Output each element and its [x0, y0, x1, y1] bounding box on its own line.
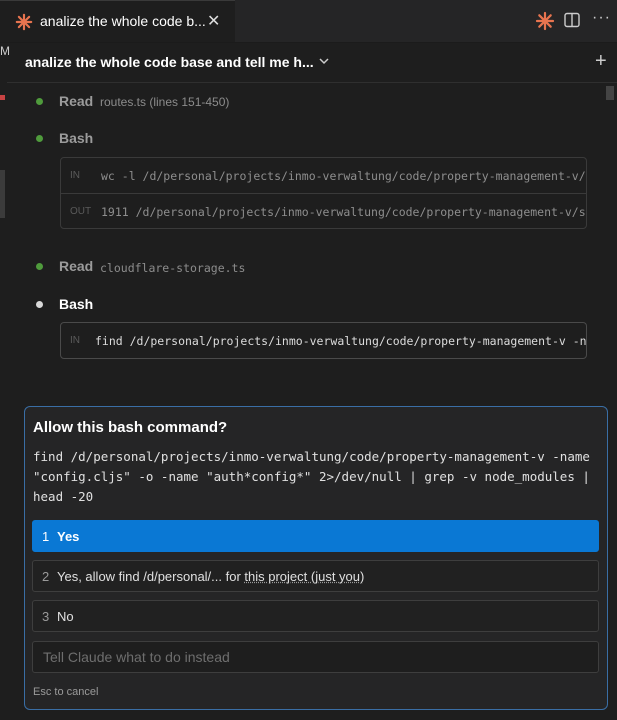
tool-name: Read: [59, 93, 94, 109]
bash-input: find /d/personal/projects/inmo-verwaltun…: [95, 334, 587, 348]
io-tag: OUT: [70, 206, 92, 217]
tool-name: Bash: [59, 130, 94, 146]
gutter-marker: [0, 95, 5, 100]
option-yes[interactable]: 1 Yes: [32, 520, 599, 552]
esc-hint: Esc to cancel: [33, 686, 99, 698]
more-actions-icon[interactable]: ···: [592, 10, 612, 30]
editor-tab[interactable]: analize the whole code b... ✕: [0, 0, 235, 42]
io-tag: IN: [70, 170, 80, 181]
tool-argument: routes.ts (lines 151-450): [100, 95, 230, 109]
bash-output-row: OUT 1911 /d/personal/projects/inmo-verwa…: [61, 194, 587, 228]
claude-spark-icon[interactable]: [535, 11, 555, 31]
chevron-down-icon[interactable]: [317, 54, 331, 68]
claude-spark-icon: [15, 13, 33, 31]
option-number: 3: [42, 609, 50, 624]
option-number: 1: [42, 529, 50, 544]
bash-input-row: IN wc -l /d/personal/projects/inmo-verwa…: [61, 158, 586, 194]
split-editor-icon[interactable]: [564, 12, 580, 28]
permission-dialog: Allow this bash command? find /d/persona…: [24, 406, 608, 710]
tool-name: Read: [59, 258, 94, 274]
new-session-button[interactable]: +: [595, 50, 607, 73]
option-label-prefix: Yes, allow find /d/personal/... for: [57, 569, 245, 584]
bash-io-box: IN find /d/personal/projects/inmo-verwal…: [60, 322, 587, 359]
option-label-scope: this project (just you): [244, 569, 365, 584]
bash-output: 1911 /d/personal/projects/inmo-verwaltun…: [101, 205, 587, 219]
scroll-thumb[interactable]: [606, 86, 614, 100]
bash-input-row: IN find /d/personal/projects/inmo-verwal…: [61, 323, 587, 358]
status-dot: [36, 135, 43, 142]
option-label: Yes, allow find /d/personal/... for this…: [57, 569, 364, 584]
tab-title: analize the whole code b...: [40, 13, 206, 29]
session-header: analize the whole code base and tell me …: [7, 42, 617, 83]
tool-name: Bash: [59, 296, 94, 312]
bash-io-box: IN wc -l /d/personal/projects/inmo-verwa…: [60, 157, 587, 229]
close-icon[interactable]: ✕: [207, 11, 220, 31]
instead-input[interactable]: [32, 641, 599, 673]
option-no[interactable]: 3 No: [32, 600, 599, 632]
option-number: 2: [42, 569, 50, 584]
bash-input: wc -l /d/personal/projects/inmo-verwaltu…: [101, 169, 587, 183]
status-dot: [36, 301, 43, 308]
option-yes-allow-project[interactable]: 2 Yes, allow find /d/personal/... for th…: [32, 560, 599, 592]
option-label: Yes: [57, 529, 80, 544]
editor-tab-bar: analize the whole code b... ✕ ···: [0, 0, 617, 43]
dialog-title: Allow this bash command?: [33, 419, 228, 436]
gutter-marker: [0, 170, 5, 218]
option-label: No: [57, 609, 74, 624]
io-tag: IN: [70, 335, 80, 346]
session-title[interactable]: analize the whole code base and tell me …: [25, 54, 314, 70]
dialog-command: find /d/personal/projects/inmo-verwaltun…: [33, 449, 590, 504]
tool-argument: cloudflare-storage.ts: [100, 261, 246, 275]
status-dot: [36, 98, 43, 105]
status-dot: [36, 263, 43, 270]
